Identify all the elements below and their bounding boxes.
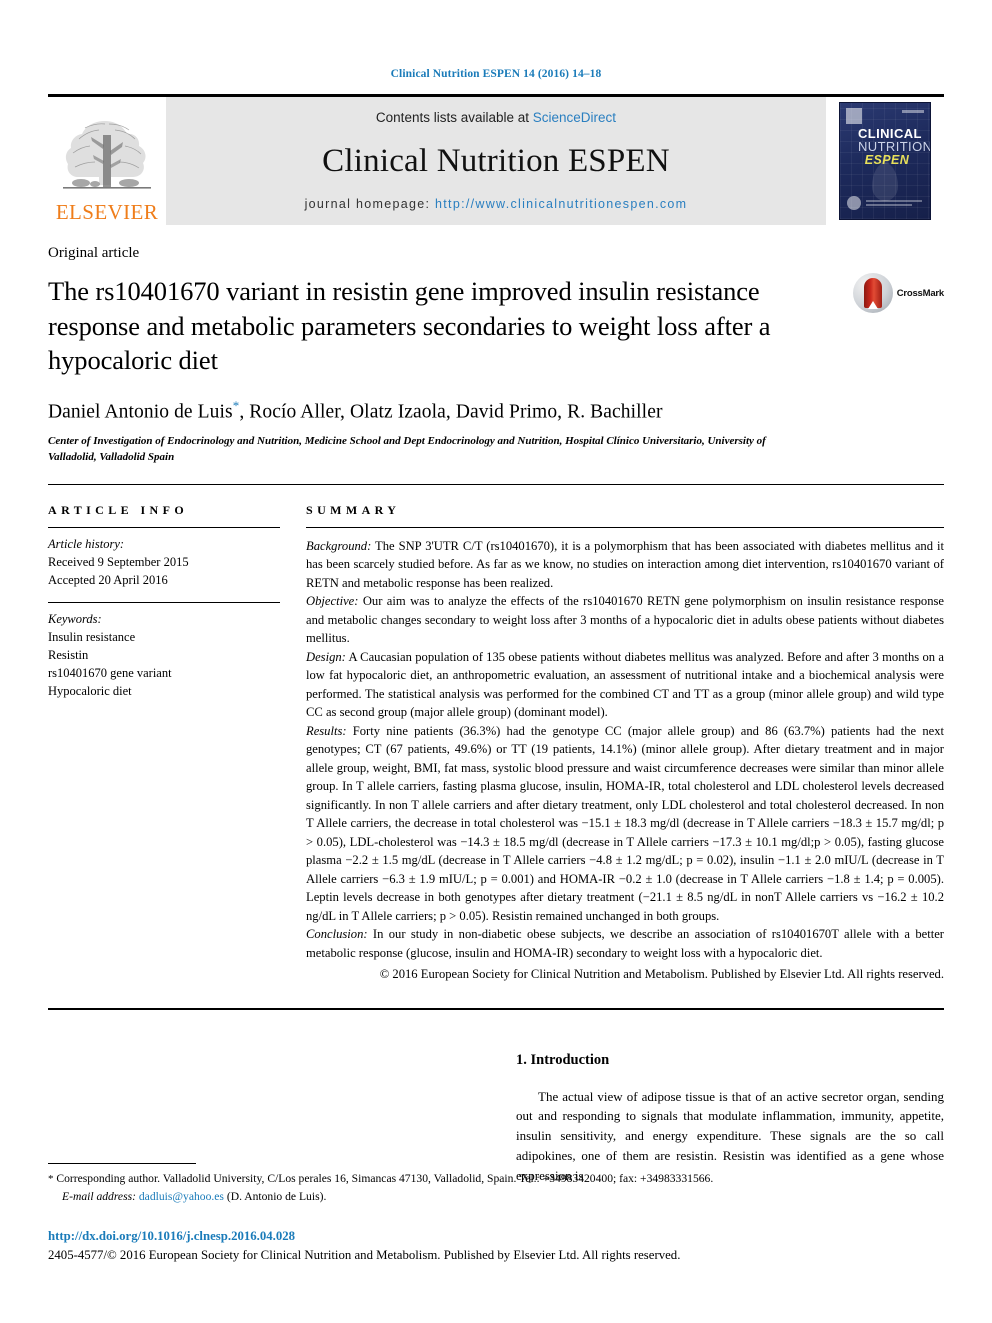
summary-conclusion-paragraph: Conclusion: In our study in non-diabetic… bbox=[306, 925, 944, 962]
summary-objective-text: Our aim was to analyze the effects of th… bbox=[306, 594, 944, 646]
keywords-label: Keywords: bbox=[48, 611, 102, 626]
summary-heading: SUMMARY bbox=[306, 502, 401, 517]
cover-line-2: NUTRITION bbox=[858, 139, 931, 155]
journal-cover-thumbnail: CLINICAL NUTRITION ESPEN bbox=[839, 102, 931, 220]
keyword-item: Insulin resistance bbox=[48, 630, 136, 645]
elsevier-logo: ELSEVIER bbox=[48, 97, 166, 225]
elsevier-wordmark: ELSEVIER bbox=[55, 200, 159, 224]
cover-elsevier-mark-icon bbox=[846, 108, 862, 124]
info-and-summary-region: ARTICLE INFO Article history: Received 9… bbox=[48, 485, 944, 984]
article-title: The rs10401670 variant in resistin gene … bbox=[48, 276, 771, 376]
summary-design-paragraph: Design: A Caucasian population of 135 ob… bbox=[306, 648, 944, 722]
summary-conclusion-label: Conclusion: bbox=[306, 927, 368, 942]
article-received-date: Received 9 September 2015 bbox=[48, 554, 189, 569]
summary-design-text: A Caucasian population of 135 obese pati… bbox=[306, 649, 944, 720]
email-line: E-mail address: dadluis@yahoo.es (D. Ant… bbox=[48, 1188, 908, 1205]
corresponding-author-details: Corresponding author. Valladolid Univers… bbox=[53, 1172, 714, 1186]
first-author-name: Daniel Antonio de Luis bbox=[48, 401, 233, 423]
running-head: Clinical Nutrition ESPEN 14 (2016) 14–18 bbox=[390, 68, 602, 80]
article-info-column: ARTICLE INFO Article history: Received 9… bbox=[48, 503, 280, 984]
issn-copyright-line: 2405-4577/© 2016 European Society for Cl… bbox=[48, 1247, 681, 1262]
introduction-heading: 1. Introduction bbox=[516, 1051, 610, 1068]
keyword-item: rs10401670 gene variant bbox=[48, 666, 172, 681]
summary-results-label: Results: bbox=[306, 723, 347, 738]
cover-line-1: CLINICAL bbox=[858, 126, 922, 141]
journal-article-page: Clinical Nutrition ESPEN 14 (2016) 14–18 bbox=[0, 0, 992, 1323]
journal-title: Clinical Nutrition ESPEN bbox=[322, 142, 670, 179]
email-owner-note: (D. Antonio de Luis). bbox=[223, 1189, 327, 1203]
summary-results-paragraph: Results: Forty nine patients (36.3%) had… bbox=[306, 722, 944, 926]
email-address-label: E-mail address: bbox=[62, 1189, 136, 1203]
author-list: Daniel Antonio de Luis*, Rocío Aller, Ol… bbox=[48, 398, 944, 424]
summary-column: SUMMARY Background: The SNP 3'UTR C/T (r… bbox=[306, 503, 944, 984]
footnote-divider bbox=[48, 1163, 196, 1165]
summary-background-label: Background: bbox=[306, 538, 372, 553]
keywords-block: Keywords: Insulin resistance Resistin rs… bbox=[48, 603, 280, 701]
article-history-block: Article history: Received 9 September 20… bbox=[48, 528, 280, 589]
cover-title-block: CLINICAL NUTRITION ESPEN bbox=[858, 126, 931, 167]
summary-body: Background: The SNP 3'UTR C/T (rs1040167… bbox=[306, 528, 944, 984]
contents-prefix: Contents lists available at bbox=[375, 110, 530, 125]
author-affiliation: Center of Investigation of Endocrinology… bbox=[48, 434, 766, 464]
homepage-url-link[interactable]: http://www.clinicalnutritionespen.com bbox=[435, 197, 687, 211]
page-footer-block: * Corresponding author. Valladolid Unive… bbox=[48, 1163, 908, 1265]
summary-background-text: The SNP 3'UTR C/T (rs10401670), it is a … bbox=[306, 538, 944, 590]
elsevier-tree-icon bbox=[63, 121, 151, 189]
doi-link[interactable]: http://dx.doi.org/10.1016/j.clnesp.2016.… bbox=[48, 1227, 908, 1246]
contents-available-line: Contents lists available at ScienceDirec… bbox=[376, 110, 616, 125]
summary-copyright: © 2016 European Society for Clinical Nut… bbox=[379, 967, 944, 982]
summary-objective-label: Objective: bbox=[306, 594, 359, 609]
summary-background-paragraph: Background: The SNP 3'UTR C/T (rs1040167… bbox=[306, 537, 944, 593]
masthead-center-band: Contents lists available at ScienceDirec… bbox=[166, 97, 826, 225]
keyword-item: Hypocaloric diet bbox=[48, 684, 132, 699]
cover-footer-text-lines bbox=[866, 200, 922, 208]
summary-objective-paragraph: Objective: Our aim was to analyze the ef… bbox=[306, 592, 944, 648]
crossmark-logo-icon bbox=[852, 273, 893, 313]
crossmark-badge[interactable]: CrossMark bbox=[852, 273, 945, 313]
body-columns: 1. Introduction The actual view of adipo… bbox=[48, 1010, 944, 1186]
journal-masthead: ELSEVIER Contents lists available at Sci… bbox=[48, 94, 944, 225]
remaining-authors: , Rocío Aller, Olatz Izaola, David Primo… bbox=[239, 401, 663, 423]
summary-design-label: Design: bbox=[306, 649, 346, 664]
keyword-item: Resistin bbox=[48, 648, 89, 663]
cover-line-3: ESPEN bbox=[864, 152, 910, 167]
cover-espen-seal-icon bbox=[847, 196, 861, 210]
journal-cover-holder: CLINICAL NUTRITION ESPEN bbox=[826, 97, 944, 225]
article-info-heading: ARTICLE INFO bbox=[48, 502, 189, 517]
crossmark-label: CrossMark bbox=[896, 287, 945, 299]
article-type-label: Original article bbox=[48, 245, 140, 261]
corresponding-author-footnote: * Corresponding author. Valladolid Unive… bbox=[48, 1170, 908, 1205]
article-accepted-date: Accepted 20 April 2016 bbox=[48, 572, 168, 587]
sciencedirect-link[interactable]: ScienceDirect bbox=[533, 110, 616, 125]
article-history-label: Article history: bbox=[48, 536, 125, 551]
summary-conclusion-text: In our study in non-diabetic obese subje… bbox=[306, 927, 944, 960]
journal-homepage-line: journal homepage: http://www.clinicalnut… bbox=[305, 197, 688, 211]
email-address-link[interactable]: dadluis@yahoo.es bbox=[139, 1190, 224, 1203]
homepage-prefix: journal homepage: bbox=[304, 197, 431, 211]
cover-barcode-icon bbox=[902, 110, 924, 113]
article-header: Original article CrossMark The rs1040167… bbox=[48, 245, 944, 466]
summary-results-text: Forty nine patients (36.3%) had the geno… bbox=[306, 723, 944, 923]
